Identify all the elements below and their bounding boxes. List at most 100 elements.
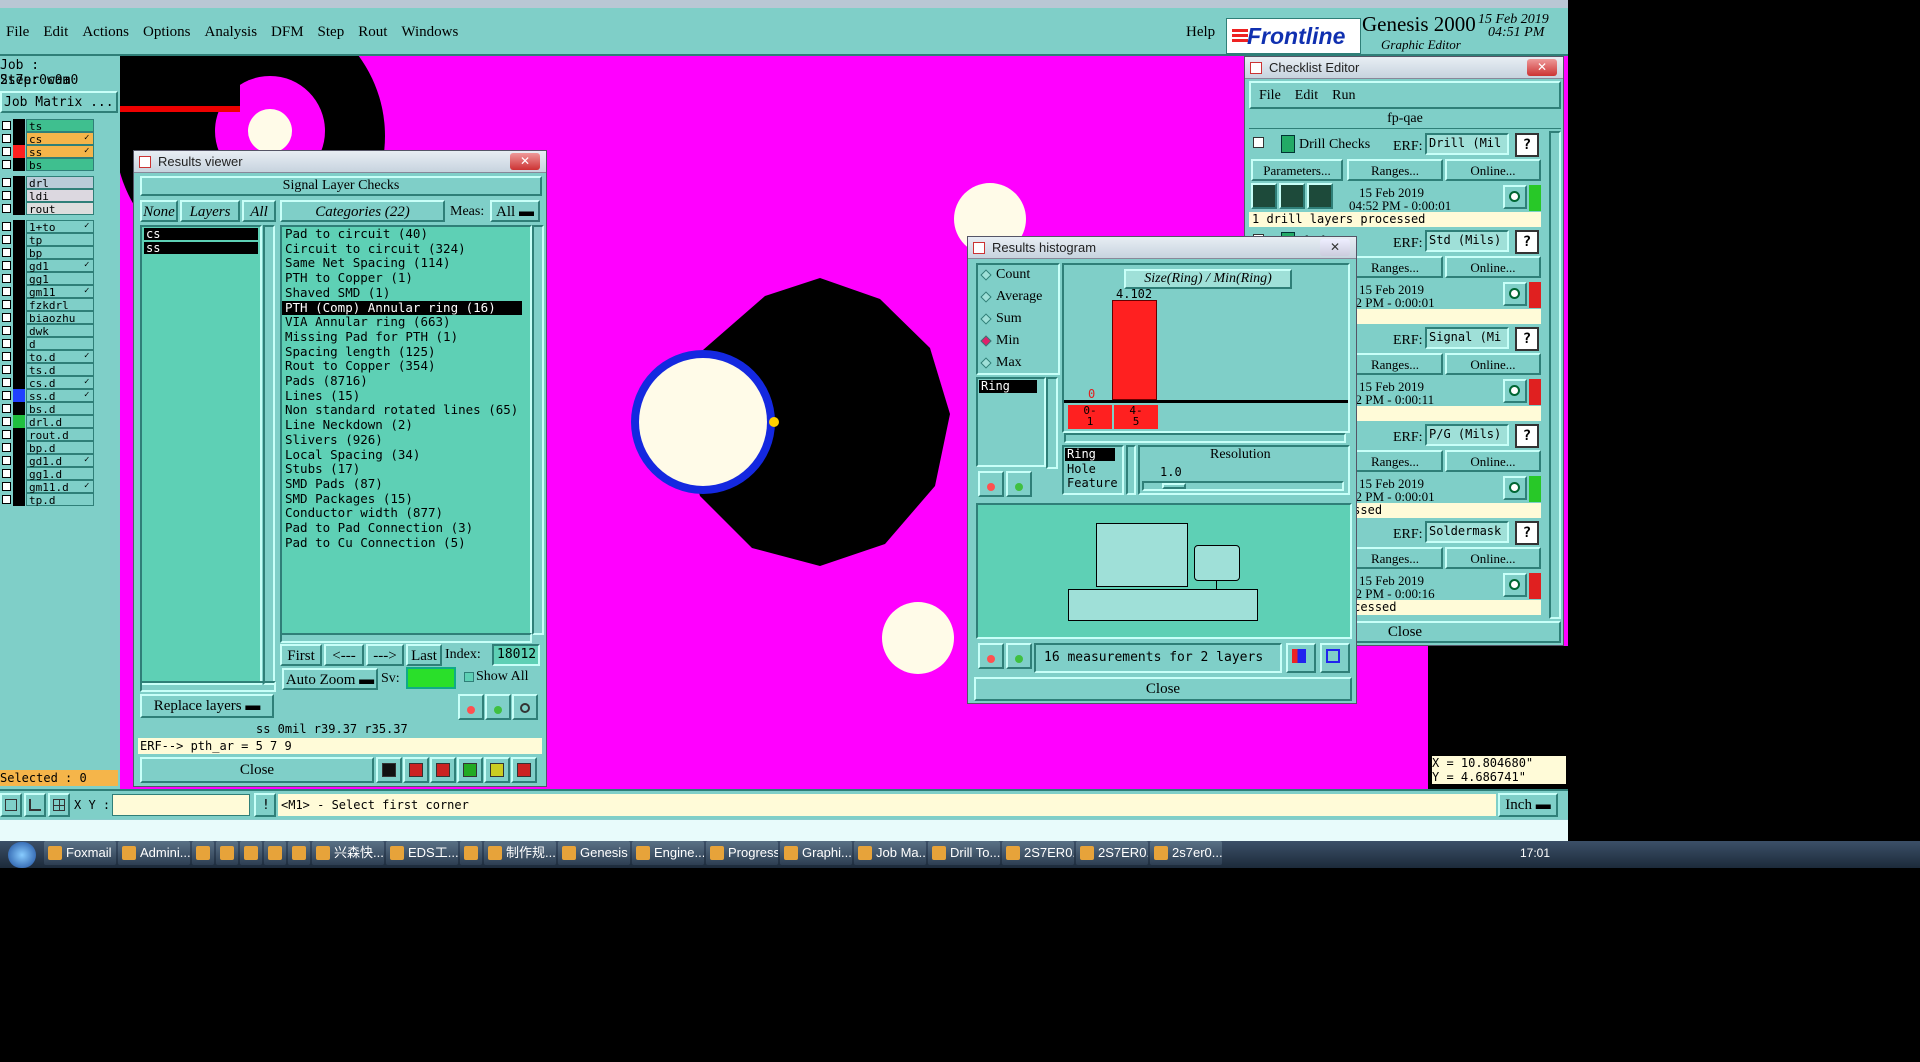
category-item[interactable]: PTH to Copper (1) xyxy=(282,270,530,286)
category-item[interactable]: Local Spacing (34) xyxy=(282,447,530,463)
layer-color-swatch[interactable] xyxy=(13,454,25,467)
layer-name[interactable]: tp xyxy=(26,233,94,247)
category-item[interactable]: Shaved SMD (1) xyxy=(282,285,530,301)
bin-1[interactable]: 4- 5 xyxy=(1114,405,1158,429)
layer-checkbox[interactable] xyxy=(2,178,11,187)
job-matrix-button[interactable]: Job Matrix ... xyxy=(0,91,118,113)
res-item-ring[interactable]: Ring xyxy=(1065,448,1115,461)
layer-row[interactable]: gm11.d ✓ xyxy=(0,480,96,494)
layer-checkbox[interactable] xyxy=(2,482,11,491)
layer-color-swatch[interactable] xyxy=(13,158,25,171)
layer-color-swatch[interactable] xyxy=(13,272,25,285)
preview-del-button[interactable] xyxy=(978,643,1004,669)
category-item[interactable]: Circuit to circuit (324) xyxy=(282,241,530,257)
menu-step[interactable]: Step xyxy=(318,24,345,40)
layer-color-swatch[interactable] xyxy=(13,233,25,246)
taskbar-item[interactable] xyxy=(192,841,214,865)
category-item[interactable]: SMD Packages (15) xyxy=(282,491,530,507)
layer-row[interactable]: bs xyxy=(0,158,96,172)
layer-name[interactable]: tp.d xyxy=(26,493,94,507)
layer-row[interactable]: bp.d xyxy=(0,441,96,455)
layer-color-swatch[interactable] xyxy=(13,311,25,324)
index-field[interactable]: 18012 xyxy=(492,644,540,666)
run-icon[interactable] xyxy=(1279,183,1305,209)
online-button[interactable]: Online... xyxy=(1445,256,1541,278)
row-checkbox[interactable] xyxy=(1253,137,1264,148)
layer-row[interactable]: drl xyxy=(0,176,96,190)
taskbar-item[interactable]: Drill To... xyxy=(928,841,1000,865)
category-item[interactable]: Non standard rotated lines (65) xyxy=(282,403,530,418)
results-tool-2[interactable] xyxy=(403,757,429,783)
category-item[interactable]: Lines (15) xyxy=(282,388,530,404)
menu-dfm[interactable]: DFM xyxy=(271,24,304,40)
sv-color-select[interactable] xyxy=(406,667,456,689)
categories-hscroll[interactable] xyxy=(280,633,532,643)
show-all-checkbox[interactable] xyxy=(464,672,474,682)
last-button[interactable]: Last xyxy=(406,644,442,666)
layer-row[interactable]: gd1.d ✓ xyxy=(0,454,96,468)
categories-button[interactable]: Categories (22) xyxy=(280,200,445,222)
help-icon[interactable]: ? xyxy=(1515,230,1539,254)
results-tool-1[interactable] xyxy=(376,757,402,783)
taskbar-item[interactable]: Progress xyxy=(706,841,778,865)
layer-color-swatch[interactable] xyxy=(13,119,25,132)
layer-checkbox[interactable] xyxy=(2,248,11,257)
results-tool-5[interactable] xyxy=(484,757,510,783)
resolution-listbox[interactable]: Ring Hole Feature xyxy=(1062,445,1124,495)
res-scrollbar[interactable] xyxy=(1126,445,1136,495)
layer-color-swatch[interactable] xyxy=(13,337,25,350)
layer-checkbox[interactable] xyxy=(2,443,11,452)
taskbar-item[interactable]: 2S7ER0... xyxy=(1002,841,1074,865)
check-name[interactable]: Drill Checks xyxy=(1299,137,1370,153)
category-item[interactable]: Rout to Copper (354) xyxy=(282,359,530,374)
category-item[interactable]: Same Net Spacing (114) xyxy=(282,256,530,271)
layer-row[interactable]: rout xyxy=(0,202,96,216)
results-tool-4[interactable] xyxy=(457,757,483,783)
layer-color-swatch[interactable] xyxy=(13,298,25,311)
run-icon[interactable] xyxy=(1251,183,1277,209)
taskbar-item[interactable] xyxy=(264,841,286,865)
layer-row[interactable]: dwk xyxy=(0,324,96,338)
zoom-button[interactable] xyxy=(1503,573,1527,597)
auto-zoom-select[interactable]: Auto Zoom ▬ xyxy=(282,668,378,690)
ring-item[interactable]: Ring xyxy=(979,380,1037,393)
layer-row[interactable]: tp xyxy=(0,233,96,247)
layer-checkbox[interactable] xyxy=(2,274,11,283)
layer-color-swatch[interactable] xyxy=(13,189,25,202)
layer-checkbox[interactable] xyxy=(2,404,11,413)
layer-name[interactable]: rout xyxy=(26,202,94,216)
first-button[interactable]: First xyxy=(280,644,322,666)
layer-item[interactable]: cs xyxy=(144,228,258,240)
layer-checkbox[interactable] xyxy=(2,121,11,130)
checklist-scrollbar[interactable] xyxy=(1549,131,1561,619)
layer-name[interactable]: bs.d xyxy=(26,402,94,416)
stat-option-average[interactable]: Average xyxy=(978,287,1058,309)
taskbar-item[interactable] xyxy=(460,841,482,865)
unit-select[interactable]: Inch ▬ xyxy=(1498,793,1558,817)
ring-listbox[interactable]: Ring xyxy=(976,377,1046,467)
snap-tool-1[interactable] xyxy=(0,793,22,817)
chart-hscroll[interactable] xyxy=(1064,433,1346,443)
taskbar-item[interactable]: Engine... xyxy=(632,841,704,865)
category-item[interactable]: Pad to circuit (40) xyxy=(282,226,530,242)
res-item-feature[interactable]: Feature xyxy=(1064,476,1122,490)
taskbar-item[interactable] xyxy=(216,841,238,865)
close-button[interactable]: Close xyxy=(140,757,374,783)
ranges-button[interactable]: Ranges... xyxy=(1347,256,1443,278)
taskbar-item[interactable]: 2S7ER0... xyxy=(1076,841,1148,865)
layer-row[interactable]: gg1 xyxy=(0,272,96,286)
layer-item[interactable]: ss xyxy=(144,242,258,254)
hist-ref-button[interactable] xyxy=(1006,471,1032,497)
layer-color-swatch[interactable] xyxy=(13,467,25,480)
next-button[interactable]: ---> xyxy=(366,644,404,666)
online-button[interactable]: Online... xyxy=(1445,353,1541,375)
layer-color-swatch[interactable] xyxy=(13,285,25,298)
layer-checkbox[interactable] xyxy=(2,365,11,374)
layer-color-swatch[interactable] xyxy=(13,428,25,441)
layer-name[interactable]: bp.d xyxy=(26,441,94,455)
layer-row[interactable]: ts.d xyxy=(0,363,96,377)
help-icon[interactable]: ? xyxy=(1515,327,1539,351)
checklist-menu-file[interactable]: File xyxy=(1259,88,1281,103)
online-button[interactable]: Online... xyxy=(1445,547,1541,569)
layer-name[interactable]: rout.d xyxy=(26,428,94,442)
